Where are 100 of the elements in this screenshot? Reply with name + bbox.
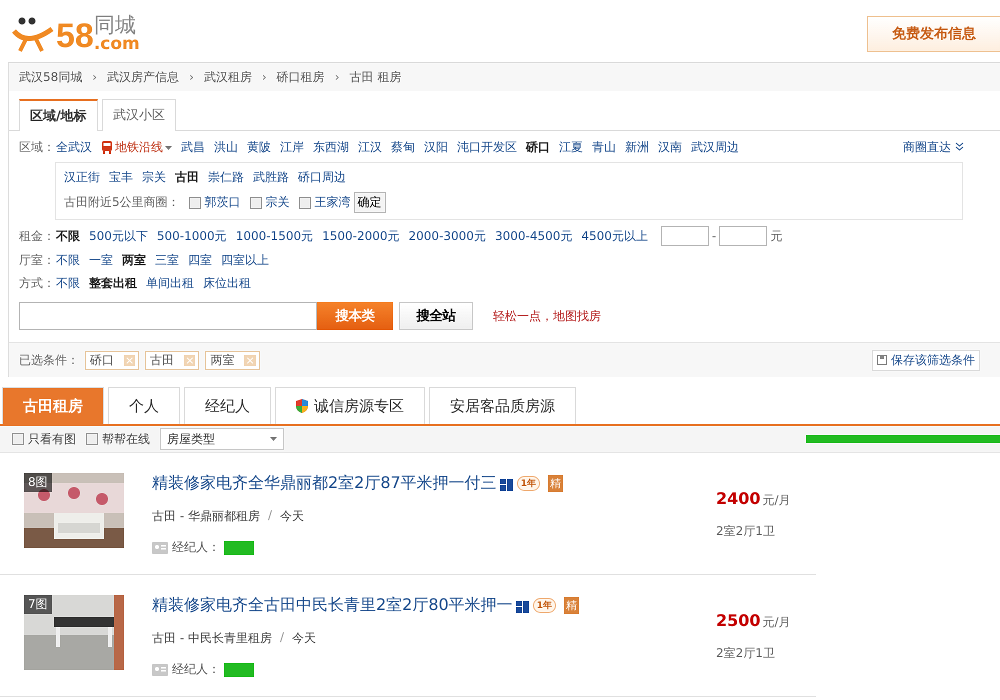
filter-option[interactable]: 洪山	[214, 139, 238, 156]
filter-option[interactable]: 宗关	[142, 169, 166, 186]
filter-option[interactable]: 武昌	[181, 139, 205, 156]
filter-option[interactable]: 沌口开发区	[457, 139, 517, 156]
filter-option[interactable]: 单间出租	[146, 275, 194, 292]
publish-button[interactable]: 免费发布信息	[867, 16, 1000, 52]
confirm-button[interactable]: 确定	[354, 192, 386, 213]
filter-option[interactable]: 四室	[188, 252, 212, 269]
caret-icon	[165, 146, 172, 150]
filter-option[interactable]: 4500元以上	[581, 228, 648, 244]
listing-title[interactable]: 精装修家电齐全古田中民长青里2室2厅80平米押一 1年 精	[152, 595, 716, 616]
toolbar-checkbox[interactable]: 只看有图	[12, 430, 76, 448]
breadcrumb-link[interactable]: 硚口租房	[276, 68, 325, 86]
filter-option[interactable]: 两室	[122, 252, 146, 269]
filter-label: 方式：	[19, 275, 55, 292]
verified-icon	[500, 476, 514, 490]
filter-option[interactable]: 东西湖	[313, 139, 349, 156]
filter-option[interactable]: 青山	[592, 139, 616, 156]
min-rent-field[interactable]	[660, 226, 709, 246]
filter-option[interactable]: 古田	[175, 169, 199, 186]
nearby-label: 古田附近5公里商圈：	[64, 194, 180, 211]
listing-area: 古田 - 中民长青里租房	[152, 630, 272, 647]
filter-option[interactable]: 500-1000元	[156, 228, 227, 244]
listing-date: 今天	[280, 508, 304, 525]
agent-label: 经纪人：	[172, 661, 220, 678]
filter-option[interactable]: 一室	[89, 252, 113, 269]
filter-option[interactable]: 硚口	[526, 139, 550, 156]
filter-option[interactable]: 崇仁路	[208, 169, 244, 186]
house-type-select[interactable]: 房屋类型	[160, 428, 284, 450]
breadcrumb-separator: ›	[189, 70, 194, 84]
separator: /	[268, 508, 272, 524]
filter-option[interactable]: 新洲	[625, 139, 649, 156]
toolbar-checkbox[interactable]: 帮帮在线	[86, 430, 150, 448]
double-chevron-icon	[955, 142, 964, 151]
filter-option[interactable]: 四室以上	[221, 252, 269, 269]
filter-option[interactable]: 不限	[56, 275, 80, 292]
filter-option[interactable]: 不限	[56, 228, 80, 244]
filter-option[interactable]: 江夏	[559, 139, 583, 156]
featured-badge: 精	[564, 597, 579, 614]
filter-tab[interactable]: 区域/地标	[19, 99, 98, 131]
shield-icon	[296, 399, 308, 413]
years-badge: 1年	[532, 598, 556, 613]
listing-tab[interactable]: 安居客品质房源	[429, 387, 576, 424]
listing-date: 今天	[292, 630, 316, 647]
filter-option[interactable]: 500元以下	[89, 228, 148, 244]
filter-label: 厅室：	[19, 252, 55, 269]
breadcrumb-link[interactable]: 武汉58同城	[19, 68, 82, 86]
price-unit: 元/月	[762, 493, 791, 507]
nearby-checkbox[interactable]: 宗关	[250, 194, 290, 211]
filter-option[interactable]: 硚口周边	[298, 169, 346, 186]
metro-dropdown[interactable]: 地铁沿线	[101, 139, 172, 156]
filter-option[interactable]: 1500-2000元	[322, 228, 400, 244]
nearby-checkbox[interactable]: 郭茨口	[188, 194, 241, 211]
filter-option[interactable]: 1000-1500元	[236, 228, 314, 244]
filter-option[interactable]: 汉阳	[424, 139, 448, 156]
filter-option[interactable]: 汉正街	[64, 169, 100, 186]
filter-option[interactable]: 三室	[155, 252, 179, 269]
breadcrumb-link[interactable]: 武汉房产信息	[107, 68, 180, 86]
filter-option[interactable]: 武胜路	[253, 169, 289, 186]
search-site-button[interactable]: 搜全站	[399, 302, 473, 330]
filter-option[interactable]: 床位出租	[203, 275, 251, 292]
condition-text: 两室	[210, 352, 234, 368]
id-card-icon	[152, 542, 168, 554]
filter-option[interactable]: 江岸	[280, 139, 304, 156]
save-filter-link[interactable]: 保存该筛选条件	[872, 350, 980, 370]
listing-tab[interactable]: 诚信房源专区	[275, 387, 425, 424]
listing-title[interactable]: 精装修家电齐全华鼎丽都2室2厅87平米押一付三 1年 精	[152, 473, 716, 494]
redaction-bar	[224, 540, 254, 554]
map-search-link[interactable]: 轻松一点，地图找房	[493, 308, 601, 324]
filter-option[interactable]: 汉南	[658, 139, 682, 156]
filter-option[interactable]: 全武汉	[56, 139, 92, 156]
photo-count: 7图	[24, 595, 52, 614]
filter-option[interactable]: 黄陂	[247, 139, 271, 156]
listing-area: 古田 - 华鼎丽都租房	[152, 508, 260, 525]
breadcrumb-link[interactable]: 古田 租房	[350, 68, 402, 86]
price-unit: 元/月	[762, 615, 791, 629]
breadcrumb-link[interactable]: 武汉租房	[204, 68, 252, 86]
shortcut-link[interactable]: 商圈直达	[903, 139, 964, 156]
filter-option[interactable]: 3000-4500元	[494, 228, 572, 244]
redaction-bar	[224, 662, 254, 676]
id-card-icon	[152, 664, 168, 676]
photo-count: 8图	[24, 473, 52, 492]
filter-option[interactable]: 宝丰	[109, 169, 133, 186]
listing-tab[interactable]: 经纪人	[184, 387, 271, 424]
nearby-checkbox[interactable]: 王家湾	[298, 194, 351, 211]
filter-option[interactable]: 武汉周边	[691, 139, 739, 156]
caret-icon	[270, 437, 277, 441]
floppy-icon	[877, 355, 887, 365]
search-field[interactable]	[19, 302, 317, 330]
filter-option[interactable]: 不限	[56, 252, 80, 269]
room-layout: 2室2厅1卫	[716, 523, 776, 540]
listing-tab[interactable]: 个人	[108, 387, 180, 424]
listing-price: 2500	[716, 611, 761, 630]
filter-tab[interactable]: 武汉小区	[102, 99, 176, 131]
max-rent-field[interactable]	[719, 226, 768, 246]
filter-option[interactable]: 江汉	[358, 139, 382, 156]
breadcrumb-separator: ›	[262, 70, 267, 84]
filter-option[interactable]: 整套出租	[89, 275, 137, 292]
filter-option[interactable]: 蔡甸	[391, 139, 415, 156]
filter-option[interactable]: 2000-3000元	[408, 228, 486, 244]
